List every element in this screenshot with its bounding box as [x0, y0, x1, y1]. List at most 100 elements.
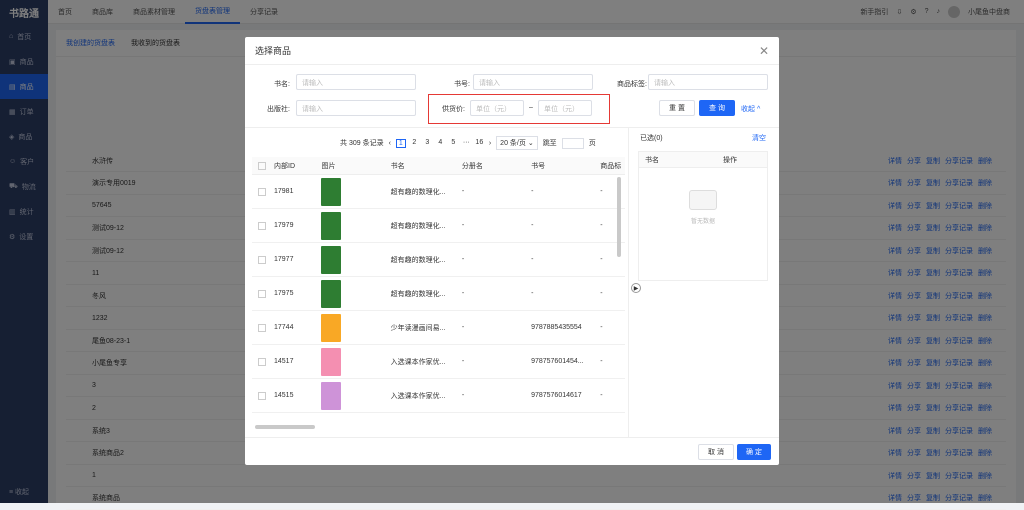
bookname-input[interactable]: 请输入	[296, 74, 416, 90]
row-tag: -	[600, 324, 603, 331]
row-tag: -	[600, 358, 603, 365]
row-subtitle: -	[461, 324, 465, 331]
isbn-input[interactable]: 请输入	[473, 74, 593, 90]
row-subtitle: -	[461, 358, 465, 365]
row-name: 少年读漫画间易...	[390, 324, 446, 332]
col-isbn: 书号	[531, 162, 546, 170]
table-row[interactable]: 14517 入选课本作家优... - 978757601454... -	[252, 345, 625, 379]
pagination: 共 309 条记录 ‹ 1 2 3 4 5 ··· 16 › 20 条/页 ⌄ 跳至 页	[340, 136, 596, 150]
row-name: 入选课本作家优...	[390, 358, 446, 366]
row-isbn: -	[531, 256, 534, 263]
row-subtitle: -	[461, 392, 465, 399]
row-tag: -	[600, 188, 603, 195]
row-isbn: 9787576014617	[531, 392, 582, 399]
row-isbn: -	[531, 222, 534, 229]
next-page-icon[interactable]: ›	[489, 140, 491, 147]
vertical-scrollbar[interactable]	[617, 177, 621, 257]
page-number[interactable]: 5	[449, 139, 458, 148]
page-suffix: 页	[588, 140, 596, 147]
page-number[interactable]: 2	[410, 139, 419, 148]
row-id: 14517	[274, 358, 294, 365]
collapse-link[interactable]: 收起 ^	[741, 104, 760, 114]
row-subtitle: -	[461, 290, 465, 297]
row-checkbox[interactable]	[258, 391, 266, 400]
row-subtitle: -	[461, 188, 465, 195]
col-name: 书名	[390, 162, 405, 170]
row-tag: -	[600, 290, 603, 297]
publisher-label: 出版社:	[267, 106, 290, 113]
row-image	[321, 347, 390, 376]
table-row[interactable]: 17981 超有趣的数理化... - - -	[252, 175, 625, 209]
selected-panel: 已选(0) 清空 书名 操作 暂无数据	[638, 133, 768, 281]
col-id: 内部ID	[274, 162, 295, 170]
goto-page-input[interactable]	[561, 137, 584, 149]
cancel-button[interactable]: 取 消	[698, 444, 734, 460]
table-row[interactable]: 17975 超有趣的数理化... - - -	[252, 277, 625, 311]
goto-label: 跳至	[542, 140, 557, 147]
row-checkbox[interactable]	[258, 221, 266, 230]
row-image	[321, 381, 390, 410]
col-selected-name: 书名	[645, 156, 659, 164]
ok-button[interactable]: 确 定	[737, 444, 771, 460]
row-checkbox[interactable]	[258, 187, 266, 196]
page-number[interactable]: 1	[395, 138, 406, 148]
row-isbn: 978757601454...	[531, 358, 584, 365]
row-checkbox[interactable]	[258, 357, 266, 366]
book-cover-image	[321, 245, 342, 274]
chevron-down-icon: ⌄	[527, 140, 534, 147]
reset-button[interactable]: 重 置	[659, 100, 695, 116]
row-checkbox[interactable]	[258, 323, 266, 332]
page-number[interactable]: ···	[462, 139, 471, 148]
row-id: 17975	[274, 290, 294, 297]
row-checkbox[interactable]	[258, 255, 266, 264]
close-icon[interactable]: ✕	[759, 44, 769, 58]
row-id: 17979	[274, 222, 294, 229]
book-cover-image	[321, 211, 342, 240]
empty-text: 暂无数据	[690, 219, 715, 225]
col-selected-op: 操作	[723, 156, 737, 164]
prev-page-icon[interactable]: ‹	[389, 140, 391, 147]
price-min-input[interactable]: 单位（元）	[470, 100, 524, 116]
table-header: 内部ID 图片 书名 分册名 书号 商品标	[252, 157, 625, 175]
table-row[interactable]: 17977 超有趣的数理化... - - -	[252, 243, 625, 277]
row-image	[321, 313, 390, 342]
book-cover-image	[321, 279, 342, 308]
row-id: 17981	[274, 188, 294, 195]
empty-box-icon	[689, 190, 717, 210]
row-name: 超有趣的数理化...	[390, 222, 446, 230]
row-checkbox[interactable]	[258, 289, 266, 298]
table-row[interactable]: 14515 入选课本作家优... - 9787576014617 -	[252, 379, 625, 413]
goods-table: 内部ID 图片 书名 分册名 书号 商品标 17981 超有趣的数理化... - - -…	[252, 157, 625, 429]
select-all-checkbox[interactable]	[258, 161, 266, 170]
page-number[interactable]: 3	[423, 139, 432, 148]
tag-input[interactable]: 请输入	[648, 74, 768, 90]
page-number[interactable]: 16	[475, 139, 484, 148]
row-tag: -	[600, 256, 603, 263]
chevron-up-icon: ^	[756, 106, 761, 113]
publisher-input[interactable]: 请输入	[296, 100, 416, 116]
transfer-arrow-icon[interactable]: ▶	[631, 283, 641, 293]
row-name: 入选课本作家优...	[390, 392, 446, 400]
row-subtitle: -	[461, 222, 465, 229]
price-separator: –	[529, 104, 533, 111]
row-name: 超有趣的数理化...	[390, 188, 446, 196]
page-size-select[interactable]: 20 条/页 ⌄	[496, 136, 538, 150]
clear-link[interactable]: 清空	[752, 133, 766, 143]
row-isbn: -	[531, 290, 534, 297]
horizontal-scrollbar[interactable]	[255, 425, 315, 429]
table-row[interactable]: 17979 超有趣的数理化... - - -	[252, 209, 625, 243]
selected-count: 已选(0)	[640, 135, 663, 142]
price-label: 供货价:	[442, 106, 465, 113]
price-max-input[interactable]: 单位（元）	[538, 100, 592, 116]
row-image	[321, 245, 390, 274]
modal-title: 选择商品	[255, 46, 292, 56]
search-button[interactable]: 查 询	[699, 100, 735, 116]
row-image	[321, 177, 390, 206]
row-id: 14515	[274, 392, 294, 399]
table-row[interactable]: 17744 少年读漫画间易... - 9787885435554 -	[252, 311, 625, 345]
page-number[interactable]: 4	[436, 139, 445, 148]
select-goods-modal: 选择商品 ✕ 书名: 请输入 书号: 请输入 商品标签: 请输入 出版社: 请输…	[245, 37, 779, 465]
row-image	[321, 279, 390, 308]
row-id: 17977	[274, 256, 294, 263]
isbn-label: 书号:	[454, 81, 470, 88]
